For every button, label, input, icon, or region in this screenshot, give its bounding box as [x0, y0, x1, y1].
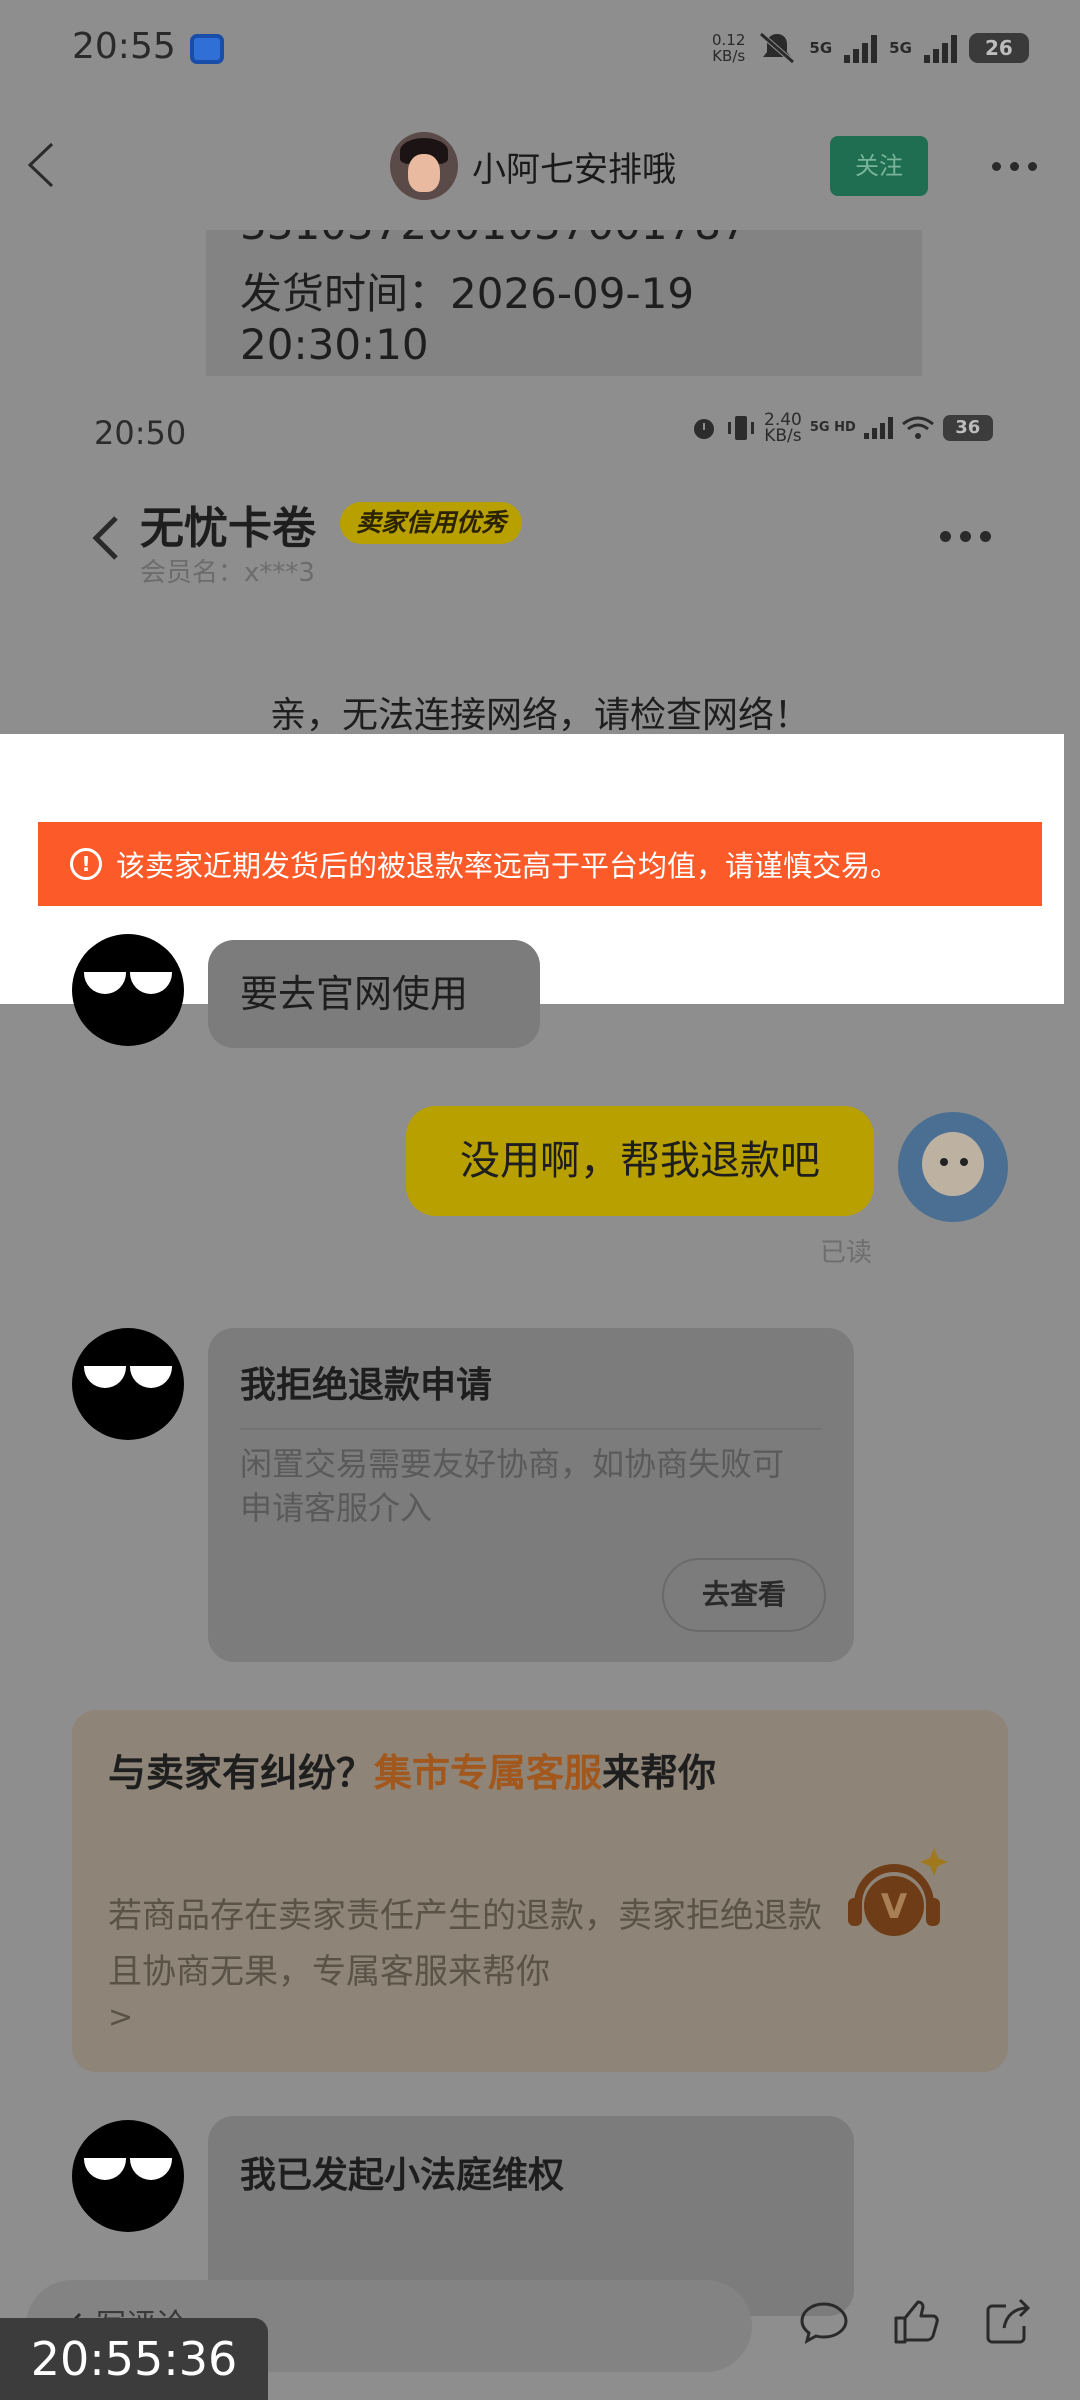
signal-bars-1-icon — [844, 33, 878, 63]
inner-status-time: 20:50 — [94, 414, 187, 452]
view-details-button[interactable]: 去查看 — [662, 1558, 826, 1632]
inner-back-arrow-icon[interactable] — [88, 512, 124, 562]
svg-text:V: V — [881, 1887, 908, 1927]
signal-bars-2-icon — [923, 33, 957, 63]
status-time: 20:55 — [72, 26, 176, 67]
alarm-icon — [694, 419, 714, 439]
my-avatar[interactable] — [898, 1112, 1008, 1222]
card-divider — [240, 1428, 822, 1430]
dispute-title-prefix: 与卖家有纠纷？ — [108, 1751, 375, 1795]
inner-net-speed: 2.40 KB/s — [764, 412, 802, 446]
more-options-icon[interactable] — [992, 162, 1037, 171]
seller-credit-badge: 卖家信用优秀 — [340, 502, 523, 544]
vibrate-icon — [728, 416, 754, 440]
my-message-bubble: 没用啊，帮我退款吧 — [406, 1106, 874, 1216]
inner-more-options-icon[interactable] — [940, 531, 991, 542]
warning-icon: ! — [70, 848, 102, 880]
net-speed-unit: KB/s — [712, 47, 746, 65]
ship-time-line1: 发货时间：2026-09-19 — [240, 269, 695, 318]
seller-avatar[interactable] — [72, 2120, 184, 2232]
refund-risk-warning: ! 该卖家近期发货后的被退款率远高于平台均值，请谨慎交易。 — [38, 822, 1042, 906]
like-icon[interactable] — [888, 2294, 944, 2350]
inner-status-indicators: 2.40 KB/s 5G HD 36 — [690, 412, 993, 446]
net-speed: 0.12 KB/s — [712, 32, 745, 64]
dispute-title-suffix: 来帮你 — [602, 1751, 717, 1795]
network-error-notice: 亲，无法连接网络，请检查网络！ — [269, 695, 810, 736]
follow-button[interactable]: 关注 — [830, 136, 928, 196]
status-indicators: 0.12 KB/s 5G 5G 26 — [712, 26, 1029, 70]
wifi-icon — [901, 416, 934, 439]
ship-time-line2: 20:30:10 — [240, 320, 429, 369]
inner-net-speed-unit: KB/s — [764, 426, 802, 446]
inner-signal-label: 5G HD — [809, 420, 856, 435]
battery-icon: 26 — [968, 33, 1029, 63]
net-speed-value: 0.12 — [712, 31, 746, 49]
dispute-arrow-icon[interactable]: > — [108, 2000, 133, 2035]
inner-signal-bars-icon — [863, 417, 893, 439]
customer-service-headset-icon: V — [848, 1848, 948, 1936]
read-status: 已读 — [820, 1238, 873, 1268]
order-number: 3310372001037001787 — [240, 230, 748, 249]
order-info-card: 3310372001037001787 发货时间：2026-09-19 20:3… — [206, 230, 922, 376]
shop-name: 无忧卡卷 — [140, 503, 316, 554]
share-icon[interactable] — [980, 2294, 1036, 2350]
refuse-card-title: 我拒绝退款申请 — [240, 1365, 493, 1406]
member-name: 会员名：x***3 — [140, 558, 315, 588]
contact-name: 小阿七安排哦 — [472, 150, 676, 190]
contact-avatar[interactable] — [390, 132, 458, 200]
dispute-help-card[interactable]: 与卖家有纠纷？集市专属客服来帮你 若商品存在卖家责任产生的退款，卖家拒绝退款且协… — [72, 1710, 1008, 2072]
video-timestamp-overlay: 20:55:36 — [0, 2318, 268, 2400]
warning-text: 该卖家近期发货后的被退款率远高于平台均值，请谨慎交易。 — [116, 849, 900, 883]
court-card-title: 我已发起小法庭维权 — [240, 2155, 565, 2196]
dispute-title: 与卖家有纠纷？集市专属客服来帮你 — [108, 1740, 828, 1806]
back-arrow-icon[interactable] — [22, 140, 62, 190]
app-notification-icon — [190, 34, 224, 64]
seller-avatar[interactable] — [72, 1328, 184, 1440]
signal-label-1: 5G — [809, 39, 833, 57]
seller-avatar[interactable] — [72, 934, 184, 1046]
dispute-desc: 若商品存在卖家责任产生的退款，卖家拒绝退款且协商无果，专属客服来帮你 — [108, 1896, 822, 1992]
signal-label-2: 5G — [889, 39, 912, 57]
inner-battery-icon: 36 — [942, 415, 993, 441]
mute-icon — [759, 32, 796, 64]
refund-refused-card: 我拒绝退款申请 闲置交易需要友好协商，如协商失败可申请客服介入 去查看 — [208, 1328, 854, 1662]
seller-message-bubble: 要去官网使用 — [208, 940, 540, 1048]
dispute-title-highlight: 集市专属客服 — [374, 1751, 603, 1795]
refuse-card-desc: 闲置交易需要友好协商，如协商失败可申请客服介入 — [240, 1445, 785, 1527]
comment-icon[interactable] — [796, 2294, 852, 2350]
